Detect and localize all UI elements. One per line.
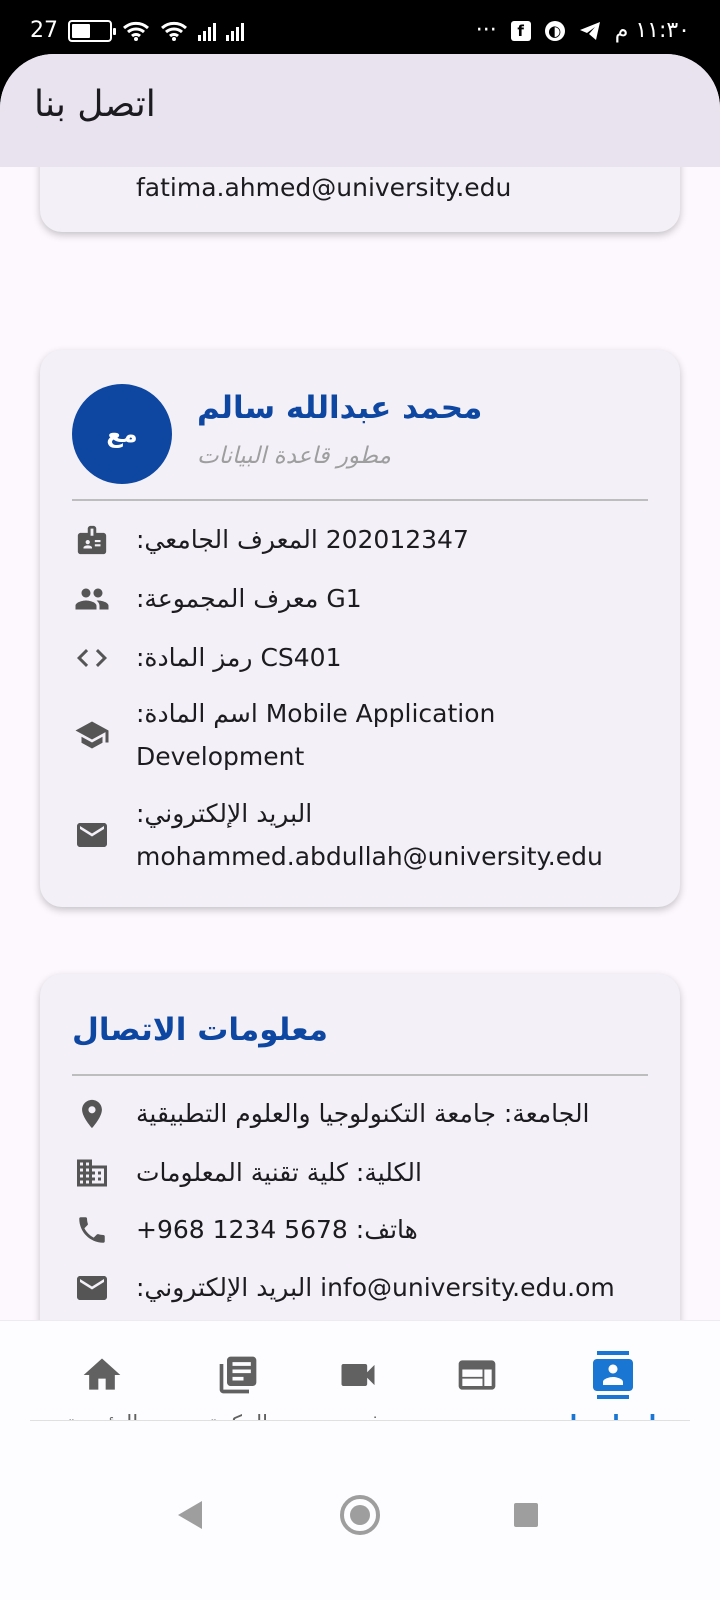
battery-charging-icon	[68, 19, 116, 42]
info-value: G1	[326, 584, 362, 613]
info-label: هاتف:	[355, 1215, 418, 1244]
contact-row-email[interactable]: البريد الإلكتروني: info@university.edu.o…	[72, 1266, 648, 1309]
school-icon	[72, 715, 112, 755]
info-value: 202012347	[325, 525, 469, 554]
info-text: رمز المادة: CS401	[136, 636, 342, 679]
contact-info-card: معلومات الاتصال الجامعة: جامعة التكنولوج…	[40, 974, 680, 1370]
info-text: +968 1234 5678 هاتف:	[136, 1208, 418, 1251]
building-icon	[72, 1153, 112, 1193]
info-label: البريد الإلكتروني:	[136, 1273, 313, 1302]
info-label: رمز المادة:	[136, 643, 253, 672]
app-bar: اتصل بنا	[0, 54, 720, 167]
info-value: mohammed.abdullah@university.edu	[136, 842, 603, 871]
info-label: الجامعة:	[503, 1099, 590, 1128]
battery-percent: 27	[30, 18, 58, 43]
info-label: المعرف الجامعي:	[136, 525, 318, 554]
info-row-university-id: المعرف الجامعي: 202012347	[72, 518, 648, 561]
video-icon	[341, 1364, 375, 1386]
wifi-icon	[123, 21, 149, 41]
info-text: المعرف الجامعي: 202012347	[136, 518, 469, 561]
wifi-icon	[161, 21, 187, 41]
location-icon	[72, 1094, 112, 1134]
contact-row-university: الجامعة: جامعة التكنولوجيا والعلوم التطب…	[72, 1092, 648, 1135]
info-row-email: البريد الإلكتروني: mohammed.abdullah@univ…	[72, 792, 648, 878]
info-value: جامعة التكنولوجيا والعلوم التطبيقية	[136, 1099, 496, 1128]
status-right: ··· f ◐ ١١:٣٠ م	[476, 18, 690, 43]
signal-icon	[198, 21, 216, 41]
library-icon	[219, 1356, 257, 1394]
badge-icon	[72, 520, 112, 560]
member-email-value: fatima.ahmed@university.edu	[136, 173, 512, 202]
info-text: اسم المادة: Mobile Application Developme…	[136, 692, 636, 778]
contact-row-phone[interactable]: +968 1234 5678 هاتف:	[72, 1208, 648, 1251]
web-icon	[458, 1360, 496, 1390]
scroll-content[interactable]: fatima.ahmed@university.edu مع محمد عبدا…	[0, 167, 720, 1370]
info-row-group-id: معرف المجموعة: G1	[72, 577, 648, 620]
info-value: info@university.edu.om	[320, 1273, 615, 1302]
overflow-dots: ···	[475, 18, 497, 43]
info-label: الكلية:	[355, 1158, 422, 1187]
telegram-icon	[579, 21, 600, 40]
status-left: 27	[30, 18, 244, 43]
back-icon[interactable]	[178, 1501, 202, 1529]
recents-icon[interactable]	[514, 1503, 538, 1527]
app-screen: اتصل بنا fatima.ahmed@university.edu مع …	[0, 54, 720, 1600]
info-text: الجامعة: جامعة التكنولوجيا والعلوم التطب…	[136, 1092, 590, 1135]
info-text: البريد الإلكتروني: info@university.edu.o…	[136, 1266, 615, 1309]
facebook-icon: f	[510, 20, 531, 41]
contact-icon	[593, 1351, 633, 1399]
divider	[72, 1074, 648, 1076]
code-icon	[72, 638, 112, 678]
home-icon	[83, 1358, 121, 1390]
member-role: مطور قاعدة البيانات	[197, 443, 391, 469]
team-member-card: مع محمد عبدالله سالم مطور قاعدة البيانات…	[40, 350, 680, 907]
email-icon	[72, 1268, 112, 1308]
avatar: مع	[72, 384, 172, 484]
email-icon	[72, 815, 112, 855]
team-member-card-previous: fatima.ahmed@university.edu	[40, 167, 680, 232]
divider	[30, 1420, 690, 1421]
info-text: الكلية: كلية تقنية المعلومات	[136, 1151, 422, 1194]
info-value: كلية تقنية المعلومات	[136, 1158, 348, 1187]
contact-row-college: الكلية: كلية تقنية المعلومات	[72, 1151, 648, 1194]
system-navigation-bar	[0, 1421, 720, 1600]
info-value: CS401	[260, 643, 342, 672]
app-icon: ◐	[544, 20, 565, 41]
info-text[interactable]: البريد الإلكتروني: mohammed.abdullah@univ…	[136, 792, 636, 878]
page-title: اتصل بنا	[34, 84, 156, 125]
info-label: اسم المادة:	[136, 699, 258, 728]
signal-icon	[226, 21, 244, 41]
clock: ١١:٣٠ م	[614, 18, 690, 43]
contact-card-title: معلومات الاتصال	[72, 1012, 328, 1048]
group-icon	[72, 579, 112, 619]
phone-icon	[72, 1210, 112, 1250]
info-value: +968 1234 5678	[136, 1215, 348, 1244]
home-button-icon[interactable]	[340, 1495, 380, 1535]
member-name: محمد عبدالله سالم	[197, 390, 483, 426]
info-label: معرف المجموعة:	[136, 584, 319, 613]
info-row-course-name: اسم المادة: Mobile Application Developme…	[72, 692, 648, 778]
info-label: البريد الإلكتروني:	[136, 799, 313, 828]
info-row-course-code: رمز المادة: CS401	[72, 636, 648, 679]
divider	[72, 499, 648, 501]
info-text: معرف المجموعة: G1	[136, 577, 362, 620]
